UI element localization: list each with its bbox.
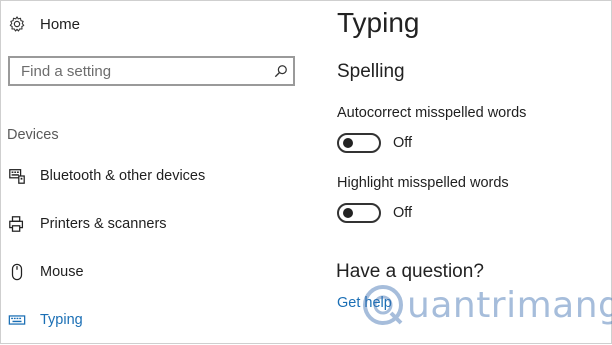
sidebar-item-typing[interactable]: Typing	[7, 307, 83, 333]
sidebar-item-printers[interactable]: Printers & scanners	[7, 211, 167, 237]
autocorrect-toggle[interactable]	[337, 133, 381, 153]
sidebar-item-label: Typing	[40, 312, 83, 328]
toggle-knob	[343, 138, 353, 148]
highlight-toggle-row: Off	[337, 203, 412, 223]
watermark-text: uantrimang	[407, 284, 612, 326]
page-title: Typing	[337, 7, 420, 38]
search-icon[interactable]	[269, 64, 293, 78]
autocorrect-toggle-row: Off	[337, 133, 412, 153]
keyboard-icon	[7, 310, 27, 330]
autocorrect-setting-label: Autocorrect misspelled words	[337, 105, 527, 121]
quantrimang-logo-icon	[363, 285, 403, 325]
home-label: Home	[40, 15, 81, 33]
home-nav-item[interactable]: Home	[7, 11, 80, 37]
sidebar-item-label: Mouse	[40, 264, 84, 280]
gear-icon	[7, 14, 27, 34]
highlight-setting-label: Highlight misspelled words	[337, 175, 509, 191]
highlight-toggle-state: Off	[393, 205, 413, 221]
search-input[interactable]	[10, 62, 269, 80]
question-heading: Have a question?	[336, 261, 484, 282]
watermark: uantrimang	[361, 283, 612, 327]
bluetooth-keyboard-icon	[7, 166, 27, 186]
sidebar-item-mouse[interactable]: Mouse	[7, 259, 84, 285]
autocorrect-toggle-state: Off	[393, 135, 413, 151]
sidebar-item-label: Printers & scanners	[40, 216, 167, 232]
mouse-icon	[7, 262, 27, 282]
search-box	[8, 56, 295, 86]
settings-sidebar: Home Devices Bluetooth & other devices	[1, 1, 306, 345]
section-header-devices: Devices	[7, 127, 59, 143]
printer-icon	[7, 214, 27, 234]
highlight-toggle[interactable]	[337, 203, 381, 223]
sidebar-item-label: Bluetooth & other devices	[40, 168, 206, 184]
sidebar-item-bluetooth[interactable]: Bluetooth & other devices	[7, 163, 205, 189]
group-title-spelling: Spelling	[337, 61, 405, 82]
toggle-knob	[343, 208, 353, 218]
